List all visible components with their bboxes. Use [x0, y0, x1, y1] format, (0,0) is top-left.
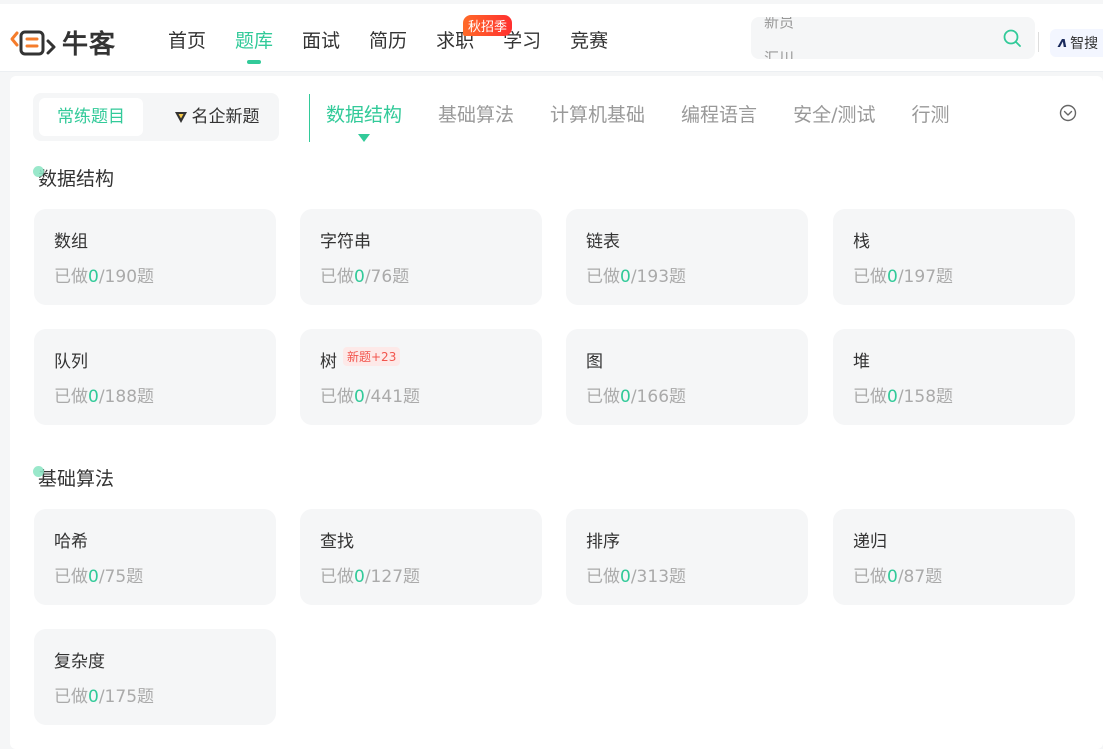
topic-card-recursion[interactable]: 递归 已做0/87题 [833, 509, 1075, 605]
topic-card-sort[interactable]: 排序 已做0/313题 [566, 509, 808, 605]
nav-resume[interactable]: 简历 [369, 26, 407, 66]
tab-aptitude-test[interactable]: 行测 [911, 100, 949, 127]
topic-progress: 已做0/166题 [586, 387, 687, 407]
logo-text: 牛客 [62, 30, 117, 60]
common-questions-option[interactable]: 常练题目 [39, 98, 143, 136]
topic-name: 递归 [853, 532, 887, 552]
topic-name: 栈 [853, 232, 870, 252]
autumn-recruit-badge: 秋招季 [463, 15, 513, 36]
vip-badge-icon [174, 112, 187, 123]
topic-card-complexity[interactable]: 复杂度 已做0/175题 [34, 629, 276, 725]
topic-card-heap[interactable]: 堆 已做0/158题 [833, 329, 1075, 425]
category-tabs: 数据结构 基础算法 计算机基础 编程语言 安全/测试 行测 [326, 100, 985, 142]
section-dot [33, 466, 44, 477]
ai-search-button[interactable]: ʌ 智搜 [1050, 29, 1103, 57]
expand-tabs-icon[interactable] [1059, 104, 1077, 122]
nav-interview[interactable]: 面试 [302, 26, 340, 66]
topic-progress: 已做0/313题 [586, 567, 687, 587]
topic-name: 查找 [320, 532, 354, 552]
main-panel: 常练题目 名企新题 数据结构 基础算法 计算机基础 编程语言 安全/测试 行测 … [10, 76, 1103, 749]
topic-progress: 已做0/75题 [54, 567, 144, 587]
tabs-left-accent [309, 94, 310, 142]
section-dot [33, 166, 44, 177]
nav-home[interactable]: 首页 [168, 26, 206, 66]
nowcoder-logo[interactable]: 牛客 [10, 24, 116, 61]
topic-progress: 已做0/188题 [54, 387, 155, 407]
topic-name: 链表 [586, 232, 620, 252]
company-new-questions-option[interactable]: 名企新题 [161, 98, 271, 136]
topic-progress: 已做0/127题 [320, 567, 421, 587]
search-icon[interactable] [1003, 29, 1021, 47]
topic-card-queue[interactable]: 队列 已做0/188题 [34, 329, 276, 425]
topic-card-stack[interactable]: 栈 已做0/197题 [833, 209, 1075, 305]
search-hot-word: 新员 [764, 17, 795, 31]
section-title-basic-algorithm: 基础算法 [33, 464, 115, 491]
section-title-text: 数据结构 [38, 168, 115, 190]
topic-card-graph[interactable]: 图 已做0/166题 [566, 329, 808, 425]
tab-basic-algorithm[interactable]: 基础算法 [438, 100, 514, 127]
nav-contest[interactable]: 竞赛 [570, 26, 608, 66]
topic-name: 数组 [54, 232, 88, 252]
topic-card-hash[interactable]: 哈希 已做0/75题 [34, 509, 276, 605]
topic-card-string[interactable]: 字符串 已做0/76题 [300, 209, 542, 305]
tab-security-testing[interactable]: 安全/测试 [793, 100, 875, 127]
topic-name: 树 [320, 352, 337, 372]
active-tab-indicator-icon [358, 134, 370, 142]
topic-progress: 已做0/441题 [320, 387, 421, 407]
topic-name: 排序 [586, 532, 620, 552]
topic-progress: 已做0/190题 [54, 267, 155, 287]
logo-mark-icon [10, 30, 56, 55]
section-title-text: 基础算法 [38, 468, 115, 490]
topic-progress: 已做0/87题 [853, 567, 943, 587]
topic-card-tree[interactable]: 树 新题+23 已做0/441题 [300, 329, 542, 425]
tab-cs-basics[interactable]: 计算机基础 [550, 100, 645, 127]
topic-card-search[interactable]: 查找 已做0/127题 [300, 509, 542, 605]
topic-progress: 已做0/175题 [54, 687, 155, 707]
company-new-questions-label: 名企新题 [191, 107, 260, 127]
main-nav: 首页 题库 面试 简历 求职 学习 竞赛 [168, 26, 637, 66]
ai-search-icon: ʌ [1058, 35, 1068, 51]
divider [1038, 32, 1039, 52]
top-navigation-bar: 牛客 首页 题库 面试 简历 求职 学习 竞赛 秋招季 新员 汇川 ʌ 智搜 [0, 4, 1103, 72]
topic-name: 复杂度 [54, 652, 105, 672]
nav-question-bank[interactable]: 题库 [235, 26, 273, 66]
tab-data-structure[interactable]: 数据结构 [326, 100, 403, 142]
topic-name: 图 [586, 352, 603, 372]
search-box[interactable]: 新员 汇川 [751, 17, 1035, 59]
topic-progress: 已做0/197题 [853, 267, 954, 287]
search-hot-word: 汇川 [764, 49, 795, 59]
tab-label: 数据结构 [326, 104, 403, 126]
topic-progress: 已做0/76题 [320, 267, 410, 287]
topic-name: 哈希 [54, 532, 88, 552]
new-questions-badge: 新题+23 [343, 347, 401, 366]
topic-card-linked-list[interactable]: 链表 已做0/193题 [566, 209, 808, 305]
topic-name: 堆 [853, 352, 870, 372]
tab-programming-language[interactable]: 编程语言 [681, 100, 757, 127]
question-type-switch: 常练题目 名企新题 [33, 93, 279, 141]
section-title-data-structure: 数据结构 [33, 164, 115, 191]
topic-card-array[interactable]: 数组 已做0/190题 [34, 209, 276, 305]
topic-name: 字符串 [320, 232, 371, 252]
topic-progress: 已做0/193题 [586, 267, 687, 287]
ai-search-label: 智搜 [1070, 36, 1099, 52]
topic-progress: 已做0/158题 [853, 387, 954, 407]
topic-name: 队列 [54, 352, 88, 372]
